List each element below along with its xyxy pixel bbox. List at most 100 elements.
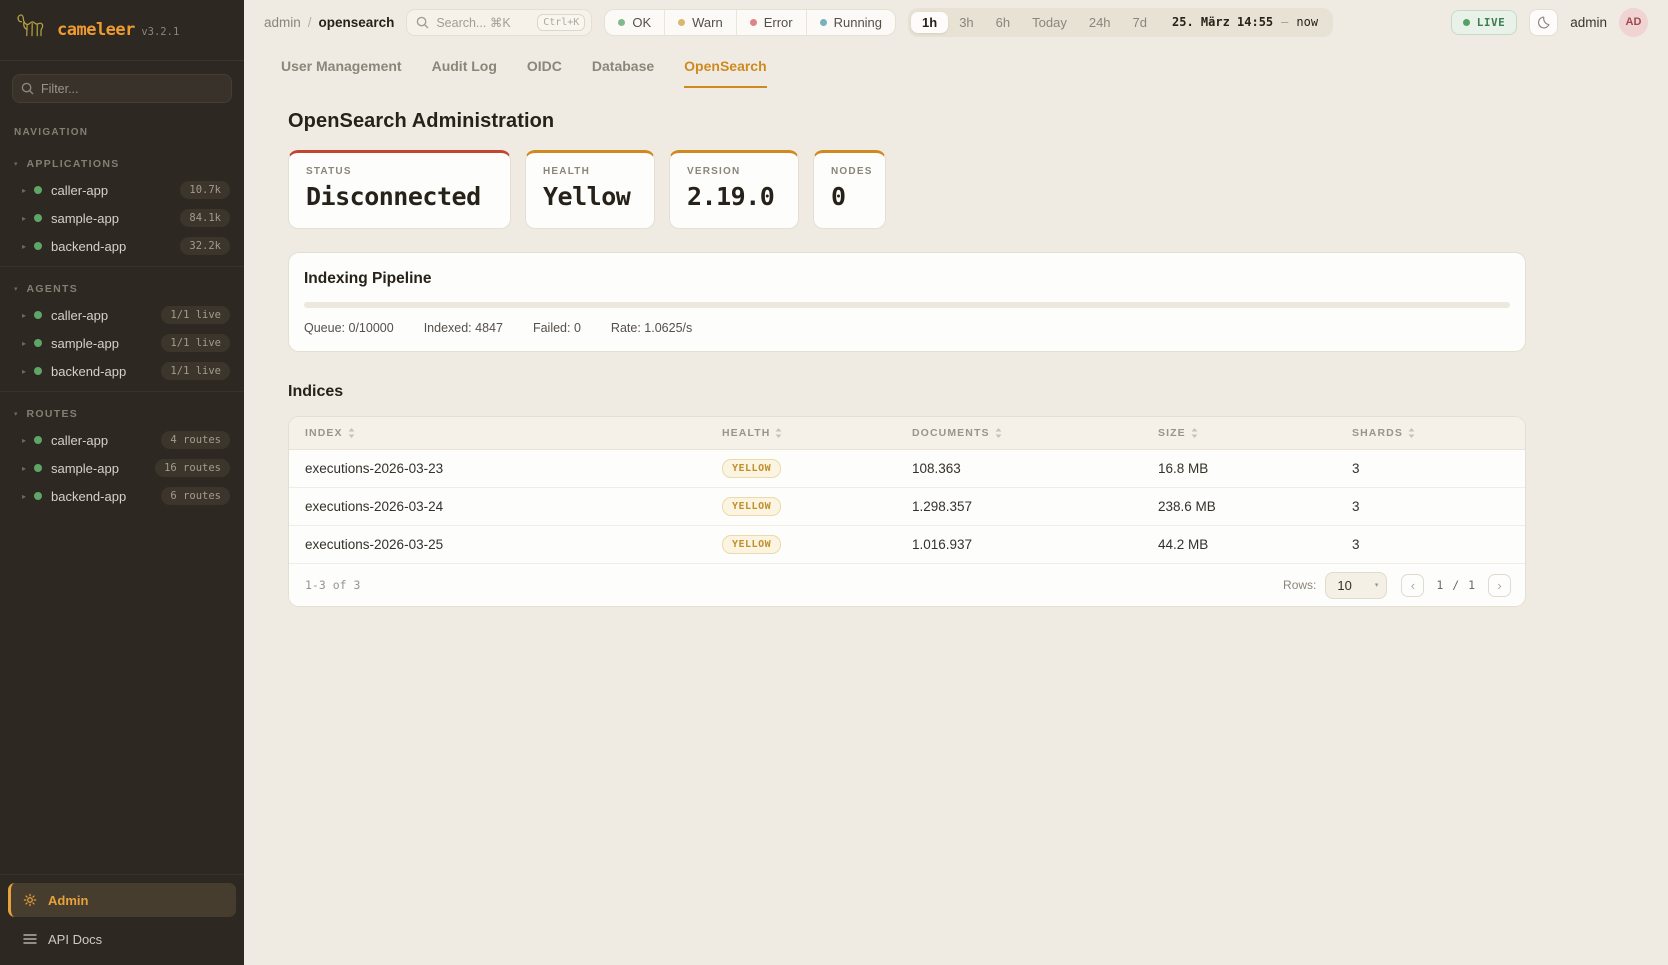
tab-audit-log[interactable]: Audit Log: [432, 58, 497, 88]
pipeline-stats: Queue: 0/10000 Indexed: 4847 Failed: 0 R…: [304, 321, 1510, 335]
time-range-6h[interactable]: 6h: [985, 12, 1021, 33]
time-display[interactable]: 25. März 14:55 — now: [1158, 15, 1330, 29]
global-search-input[interactable]: Search... ⌘K Ctrl+K: [406, 9, 592, 36]
cell-health: YELLOW: [706, 535, 896, 554]
time-range-3h[interactable]: 3h: [948, 12, 984, 33]
status-filter-error[interactable]: Error: [736, 10, 806, 35]
search-icon: [21, 82, 34, 95]
live-dot-icon: [1463, 19, 1470, 26]
sidebar-item-routes-caller-app[interactable]: ▸ caller-app 4 routes: [0, 426, 244, 454]
status-filter-running[interactable]: Running: [806, 10, 895, 35]
status-filter-ok[interactable]: OK: [605, 10, 664, 35]
time-display-start: 25. März 14:55: [1172, 15, 1273, 29]
column-header-size[interactable]: SIZE: [1142, 427, 1336, 439]
breadcrumb-current: opensearch: [319, 15, 395, 30]
breadcrumb-parent[interactable]: admin: [264, 15, 301, 30]
cell-index: executions-2026-03-25: [289, 537, 706, 552]
cell-size: 238.6 MB: [1142, 499, 1336, 514]
sidebar-item-admin[interactable]: Admin: [8, 883, 236, 917]
prev-page-button[interactable]: ‹: [1401, 574, 1424, 597]
opensearch-admin-page: OpenSearch Administration STATUS Disconn…: [244, 88, 1526, 607]
sidebar-item-applications-caller-app[interactable]: ▸ caller-app 10.7k: [0, 176, 244, 204]
stat-label: VERSION: [687, 166, 781, 177]
health-badge: YELLOW: [722, 497, 781, 516]
item-label: backend-app: [51, 489, 161, 504]
logo[interactable]: cameleer v3.2.1: [0, 0, 244, 61]
sort-icon: [1408, 428, 1415, 438]
breadcrumb: admin / opensearch: [264, 15, 394, 30]
status-dot: [34, 464, 42, 472]
time-range-today[interactable]: Today: [1021, 12, 1078, 33]
row-range-text: 1-3 of 3: [305, 578, 1283, 592]
pipeline-stat-rate: Rate: 1.0625/s: [611, 321, 692, 335]
health-badge: YELLOW: [722, 459, 781, 478]
tab-database[interactable]: Database: [592, 58, 654, 88]
stat-card-status: STATUS Disconnected: [288, 150, 511, 229]
sort-icon: [348, 428, 355, 438]
tab-oidc[interactable]: OIDC: [527, 58, 562, 88]
column-header-shards[interactable]: SHARDS: [1336, 427, 1525, 439]
status-dot: [34, 214, 42, 222]
section-label: ROUTES: [27, 408, 79, 420]
app-version: v3.2.1: [141, 26, 179, 38]
cell-shards: 3: [1336, 461, 1525, 476]
cell-shards: 3: [1336, 499, 1525, 514]
filter-label: Running: [834, 15, 882, 30]
avatar[interactable]: AD: [1619, 8, 1648, 37]
time-range-7d[interactable]: 7d: [1122, 12, 1158, 33]
item-badge: 1/1 live: [161, 334, 230, 352]
time-range-1h[interactable]: 1h: [911, 12, 948, 33]
stat-label: HEALTH: [543, 166, 637, 177]
sidebar-item-agents-sample-app[interactable]: ▸ sample-app 1/1 live: [0, 329, 244, 357]
section-header-agents[interactable]: ▾ AGENTS: [0, 277, 244, 301]
sidebar-item-agents-caller-app[interactable]: ▸ caller-app 1/1 live: [0, 301, 244, 329]
stat-value: Disconnected: [306, 182, 493, 211]
rows-per-page-select[interactable]: 10 ▾: [1325, 572, 1387, 599]
tab-user-management[interactable]: User Management: [281, 58, 402, 88]
camel-logo-icon: [14, 12, 47, 47]
admin-label: Admin: [48, 893, 88, 908]
live-toggle[interactable]: LIVE: [1451, 10, 1518, 35]
chevron-right-icon: ▸: [22, 492, 34, 501]
stat-value: 2.19.0: [687, 182, 781, 211]
stat-label: STATUS: [306, 166, 493, 177]
column-header-health[interactable]: HEALTH: [706, 427, 896, 439]
next-page-button[interactable]: ›: [1488, 574, 1511, 597]
item-label: sample-app: [51, 336, 161, 351]
section-header-routes[interactable]: ▾ ROUTES: [0, 402, 244, 426]
sidebar-item-agents-backend-app[interactable]: ▸ backend-app 1/1 live: [0, 357, 244, 385]
item-badge: 32.2k: [180, 237, 230, 255]
theme-toggle-button[interactable]: [1529, 9, 1558, 36]
chevron-right-icon: ▸: [22, 367, 34, 376]
sidebar-item-applications-sample-app[interactable]: ▸ sample-app 84.1k: [0, 204, 244, 232]
pipeline-stat-indexed: Indexed: 4847: [424, 321, 503, 335]
cell-health: YELLOW: [706, 459, 896, 478]
sidebar: cameleer v3.2.1 NAVIGATION ▾ APPLICATION…: [0, 0, 244, 965]
cell-index: executions-2026-03-23: [289, 461, 706, 476]
warn-dot-icon: [678, 19, 685, 26]
sort-icon: [775, 428, 782, 438]
stat-value: 0: [831, 182, 868, 211]
sidebar-item-routes-sample-app[interactable]: ▸ sample-app 16 routes: [0, 454, 244, 482]
filter-input[interactable]: [12, 74, 232, 103]
item-label: caller-app: [51, 183, 180, 198]
tab-opensearch[interactable]: OpenSearch: [684, 58, 766, 88]
column-header-documents[interactable]: DOCUMENTS: [896, 427, 1142, 439]
pagination: ‹ 1 / 1 ›: [1401, 574, 1511, 597]
status-filter-warn[interactable]: Warn: [664, 10, 736, 35]
stat-card-health: HEALTH Yellow: [525, 150, 655, 229]
chevron-down-icon: ▾: [14, 160, 18, 168]
chevron-right-icon: ▸: [22, 242, 34, 251]
stat-label: NODES: [831, 166, 868, 177]
sidebar-item-routes-backend-app[interactable]: ▸ backend-app 6 routes: [0, 482, 244, 510]
section-header-applications[interactable]: ▾ APPLICATIONS: [0, 152, 244, 176]
app-name: cameleer: [57, 20, 135, 40]
sidebar-item-applications-backend-app[interactable]: ▸ backend-app 32.2k: [0, 232, 244, 260]
sidebar-item-api-docs[interactable]: API Docs: [8, 923, 236, 955]
time-range-24h[interactable]: 24h: [1078, 12, 1122, 33]
moon-icon: [1536, 15, 1551, 30]
column-header-index[interactable]: INDEX: [289, 427, 706, 439]
indexing-pipeline-panel: Indexing Pipeline Queue: 0/10000 Indexed…: [288, 252, 1526, 352]
item-badge: 4 routes: [161, 431, 230, 449]
indices-title: Indices: [288, 383, 1526, 401]
